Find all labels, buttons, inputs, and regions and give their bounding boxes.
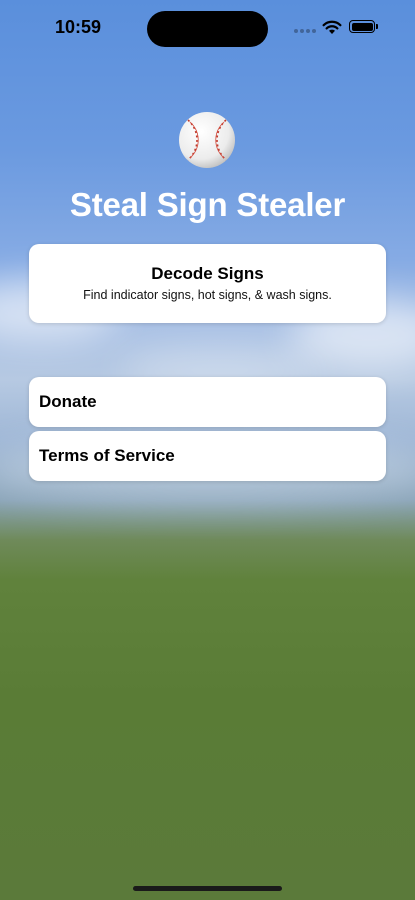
terms-of-service-button[interactable]: Terms of Service bbox=[29, 431, 386, 481]
status-time: 10:59 bbox=[55, 17, 102, 37]
donate-button[interactable]: Donate bbox=[29, 377, 386, 427]
decode-signs-subtitle: Find indicator signs, hot signs, & wash … bbox=[83, 288, 332, 302]
wifi-icon bbox=[322, 20, 342, 34]
decode-signs-title: Decode Signs bbox=[151, 264, 264, 283]
donate-label: Donate bbox=[39, 392, 97, 411]
status-bar: 10:59 bbox=[0, 0, 415, 54]
battery-icon bbox=[349, 20, 378, 33]
baseball-icon bbox=[179, 112, 235, 168]
decode-signs-button[interactable]: Decode Signs Find indicator signs, hot s… bbox=[29, 244, 386, 323]
app-screen: 10:59 Steal Sign Stealer Decode Signs Fi… bbox=[0, 0, 415, 900]
home-indicator[interactable] bbox=[133, 886, 282, 891]
app-title: Steal Sign Stealer bbox=[69, 186, 346, 223]
cellular-signal-icon bbox=[294, 29, 316, 33]
terms-of-service-label: Terms of Service bbox=[39, 446, 175, 465]
dynamic-island bbox=[147, 11, 268, 47]
